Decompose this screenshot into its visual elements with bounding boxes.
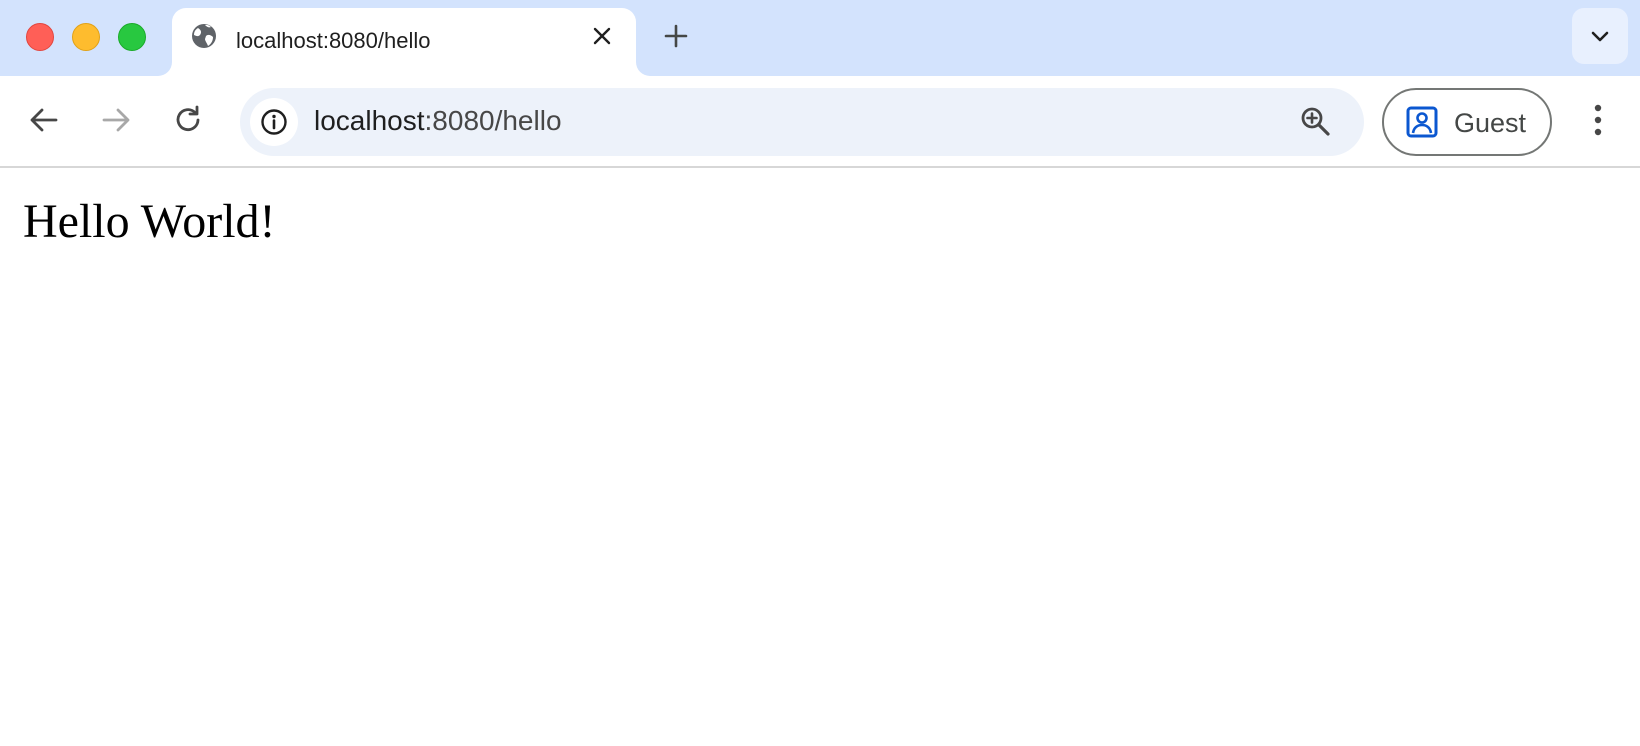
url-text[interactable]: localhost:8080/hello <box>314 105 562 137</box>
url-path: :8080/hello <box>424 105 562 136</box>
profile-label: Guest <box>1454 108 1527 138</box>
arrow-right-icon[interactable] <box>98 102 134 138</box>
tab-title: localhost:8080/hello <box>236 28 431 53</box>
reload-icon[interactable] <box>170 102 206 138</box>
browser-toolbar: localhost:8080/hello Guest <box>0 76 1640 168</box>
zoom-in-icon[interactable] <box>1298 104 1334 140</box>
tab-strip: localhost:8080/hello <box>0 0 1640 76</box>
kebab-menu-icon[interactable] <box>1580 100 1616 140</box>
chevron-down-icon <box>1591 31 1609 42</box>
window-maximize-button[interactable] <box>118 23 146 51</box>
close-tab-icon[interactable] <box>590 24 614 48</box>
page-heading: Hello World! <box>23 195 276 248</box>
arrow-left-icon[interactable] <box>26 102 62 138</box>
guest-profile-icon <box>1406 106 1438 138</box>
tab-active[interactable]: localhost:8080/hello <box>172 8 636 76</box>
profile-button[interactable]: Guest <box>1382 88 1552 156</box>
globe-icon <box>190 22 218 50</box>
info-icon[interactable] <box>250 98 298 146</box>
window-minimize-button[interactable] <box>72 23 100 51</box>
url-host: localhost <box>314 105 425 136</box>
plus-icon[interactable] <box>662 22 690 50</box>
address-bar[interactable]: localhost:8080/hello <box>240 88 1364 156</box>
window-close-button[interactable] <box>26 23 54 51</box>
page-content: Hello World! <box>0 170 1640 746</box>
tab-search-button[interactable] <box>1572 8 1628 64</box>
